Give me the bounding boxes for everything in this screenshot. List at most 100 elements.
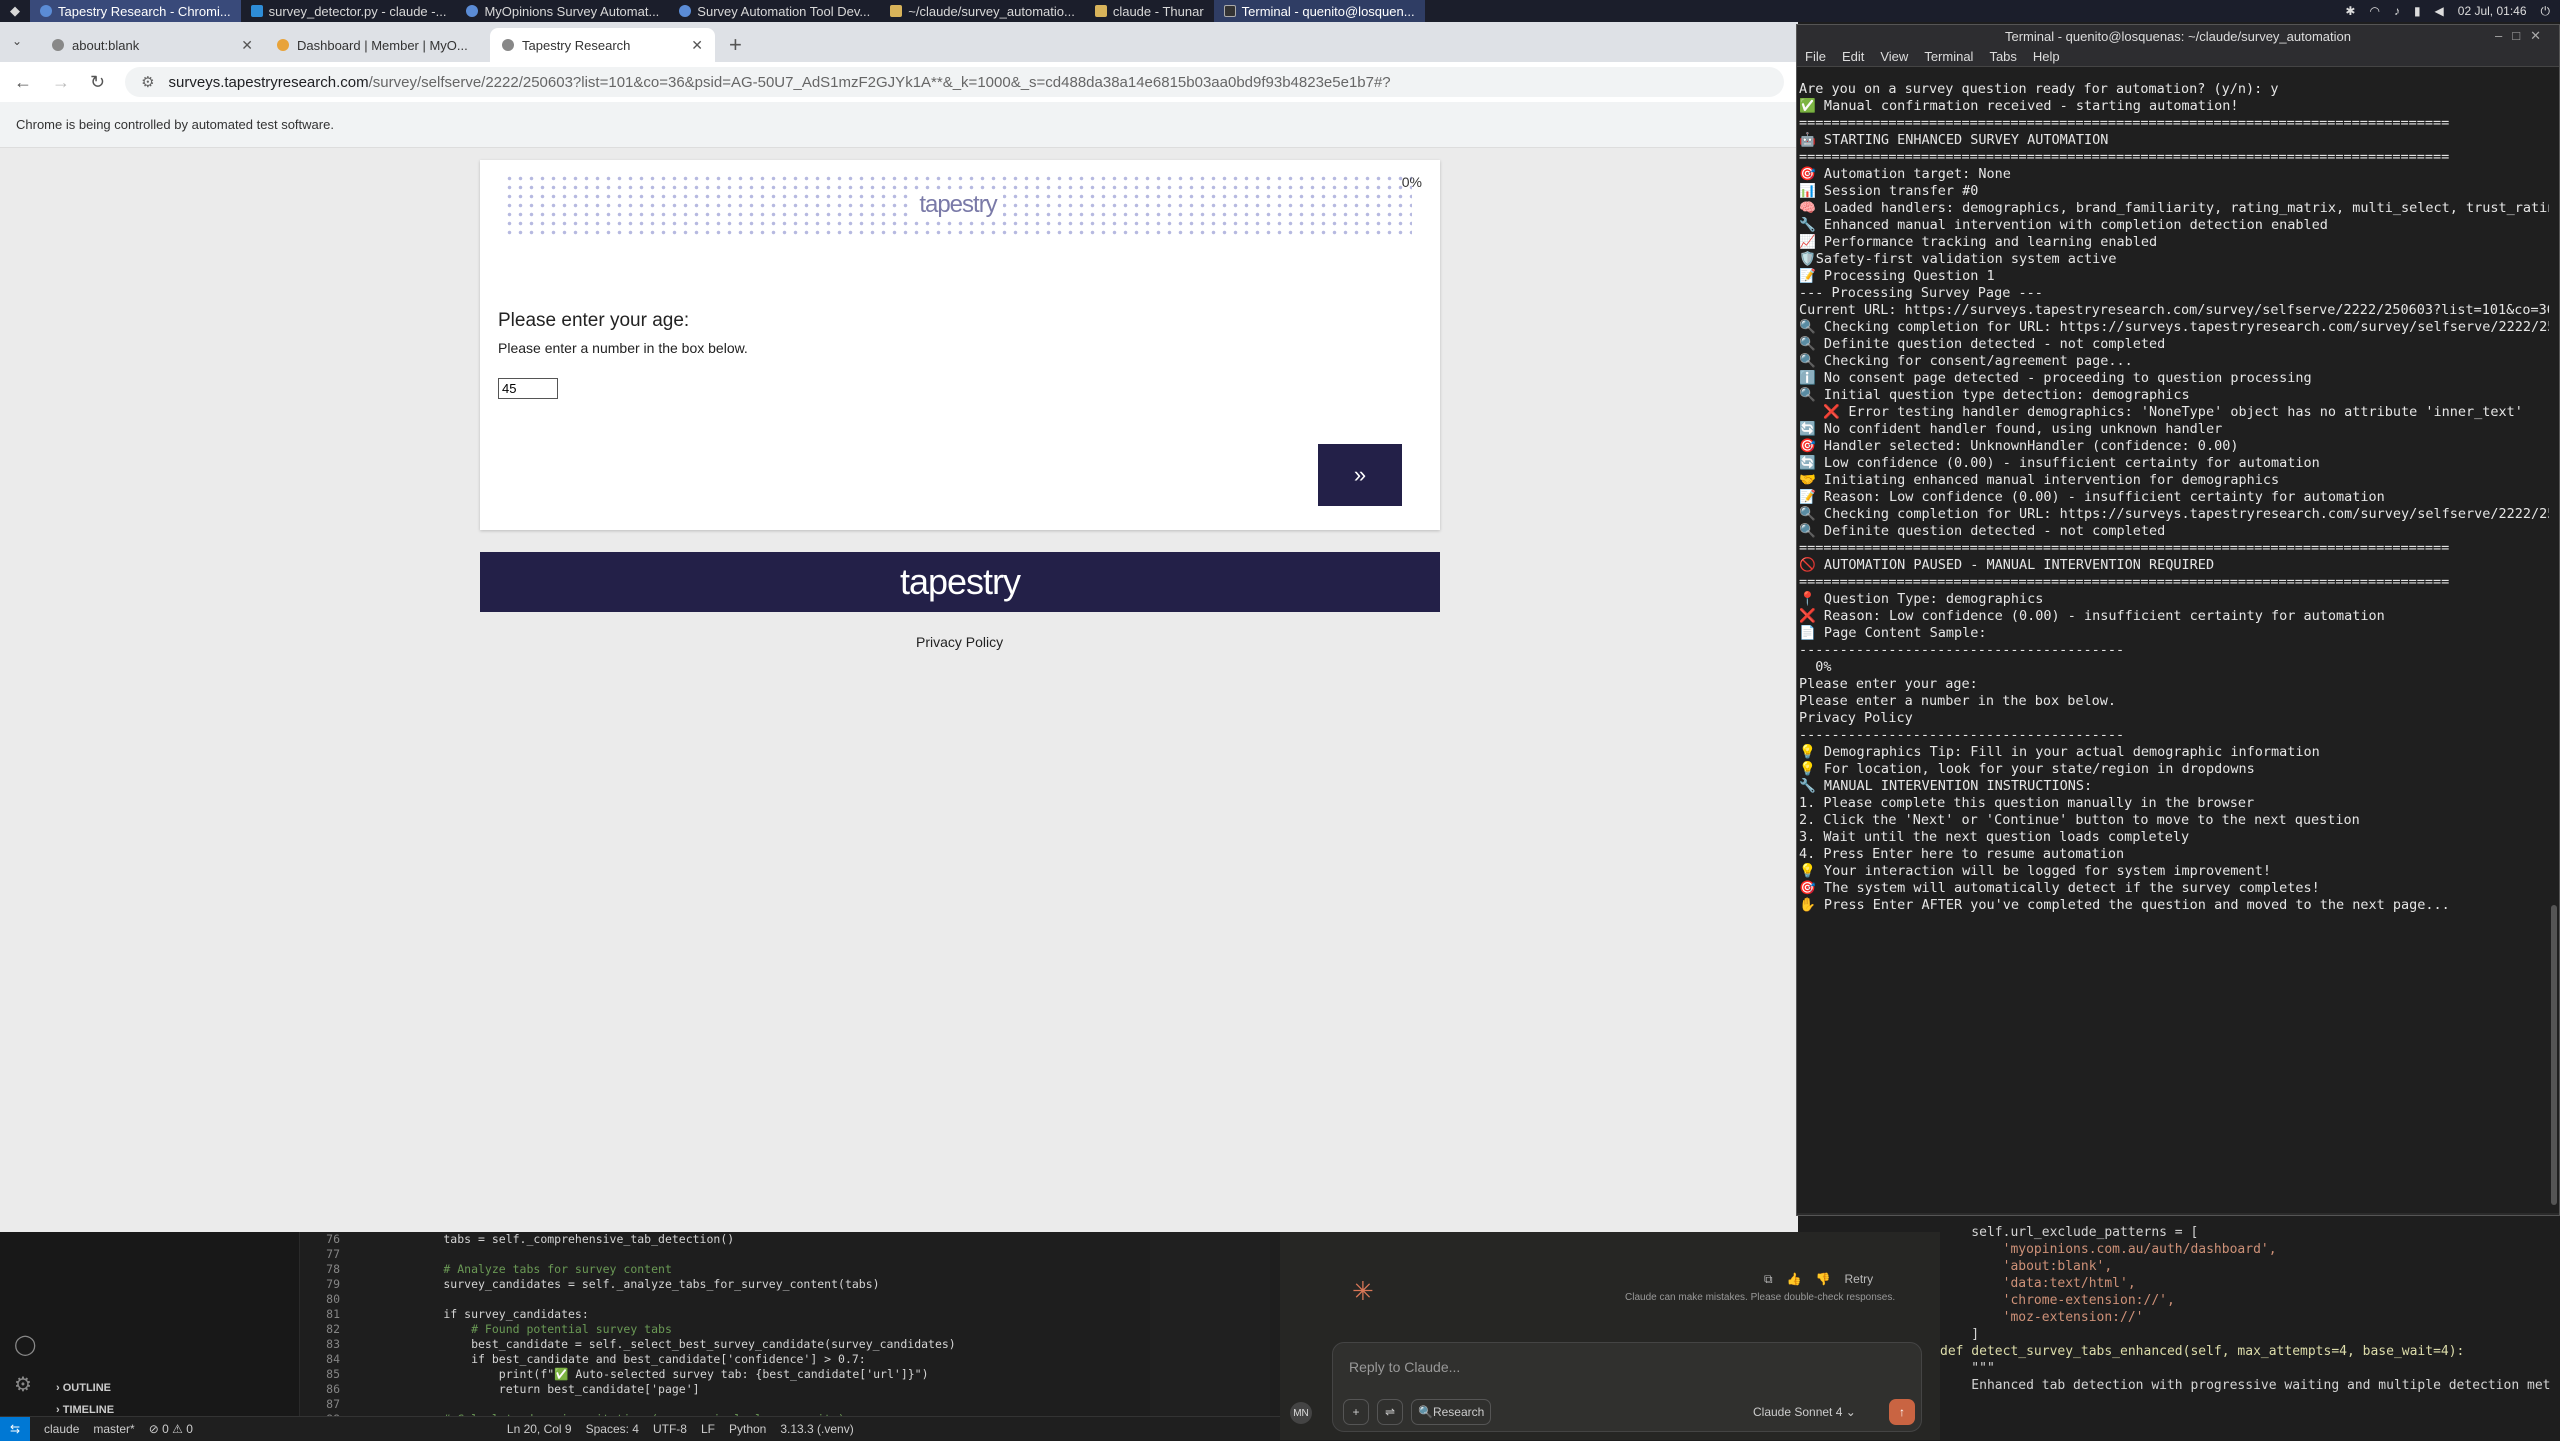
model-selector[interactable]: Claude Sonnet 4 ⌄ [1753, 1405, 1856, 1419]
code-text: # Found potential survey tabs [388, 1322, 672, 1336]
reload-icon[interactable]: ↻ [90, 72, 105, 93]
notification-icon[interactable]: ♪ [2394, 4, 2400, 18]
code-line: ] [1940, 1327, 1980, 1342]
battery-icon[interactable]: ▮ [2414, 4, 2421, 18]
code-text: # Analyze tabs for survey content [388, 1262, 672, 1276]
code-text: return best_candidate['page'] [388, 1382, 700, 1396]
code-line: 81 if survey_candidates: [300, 1307, 1150, 1322]
status-folder[interactable]: claude [44, 1422, 79, 1436]
line-number: 76 [326, 1232, 340, 1246]
code-editor-right[interactable]: self.url_exclude_patterns = [ 'myopinion… [1940, 1216, 2560, 1440]
status-eol[interactable]: LF [701, 1422, 715, 1436]
chrome-icon [679, 5, 692, 17]
folder-icon [1094, 5, 1107, 17]
status-spaces[interactable]: Spaces: 4 [586, 1422, 639, 1436]
taskbar-item-terminal[interactable]: Terminal - quenito@losquen... [1213, 0, 1425, 22]
code-line: 'data:text/html', [1940, 1276, 2136, 1291]
tab-tapestry[interactable]: Tapestry Research ✕ [490, 28, 715, 62]
avatar[interactable]: MN [1290, 1402, 1312, 1424]
system-tray: ✱ ◠ ♪ ▮ ◀ 02 Jul, 01:46 ⏻ [2345, 0, 2550, 22]
terminal-scrollbar[interactable] [2551, 905, 2557, 1205]
terminal-line: 🔧 Enhanced manual intervention with comp… [1799, 217, 2328, 233]
window-controls[interactable]: –□✕ [2495, 28, 2551, 44]
close-icon[interactable]: ✕ [691, 37, 703, 54]
send-button[interactable]: ↑ [1889, 1399, 1915, 1425]
line-number: 79 [326, 1277, 340, 1291]
thumbs-up-icon[interactable]: 👍 [1787, 1272, 1802, 1287]
reply-placeholder: Reply to Claude... [1349, 1359, 1461, 1375]
code-line: 80 [300, 1292, 1150, 1307]
line-number: 82 [326, 1322, 340, 1336]
terminal-line: 🔄 Low confidence (0.00) - insufficient c… [1799, 455, 2320, 471]
terminal-line: --- Processing Survey Page --- [1799, 285, 2043, 301]
status-language[interactable]: Python [729, 1422, 766, 1436]
taskbar-item-folder[interactable]: ~/claude/survey_automatio... [880, 0, 1085, 22]
research-button[interactable]: 🔍 Research [1411, 1399, 1492, 1425]
terminal-line: 🛡️Safety-first validation system active [1799, 251, 2117, 267]
menu-edit[interactable]: Edit [1842, 49, 1864, 64]
code-editor[interactable]: 76 tabs = self._comprehensive_tab_detect… [300, 1232, 1150, 1424]
taskbar-item-survey-tool[interactable]: Survey Automation Tool Dev... [669, 0, 880, 22]
menu-terminal[interactable]: Terminal [1924, 49, 1973, 64]
power-icon[interactable]: ⏻ [2541, 4, 2551, 19]
tab-search-icon[interactable]: ⌄ [12, 34, 22, 48]
status-encoding[interactable]: UTF-8 [653, 1422, 687, 1436]
code-text: print(f"✅ Auto-selected survey tab: {bes… [388, 1367, 929, 1381]
menu-view[interactable]: View [1880, 49, 1908, 64]
retry-button[interactable]: Retry [1844, 1272, 1873, 1287]
app-menu-icon[interactable]: ◆ [0, 0, 30, 22]
terminal-titlebar: Terminal - quenito@losquenas: ~/claude/s… [1797, 25, 2559, 47]
next-button[interactable]: » [1318, 444, 1402, 506]
thumbs-down-icon[interactable]: 👎 [1816, 1272, 1831, 1287]
taskbar-item-tapestry[interactable]: Tapestry Research - Chromi... [30, 0, 241, 22]
account-icon[interactable]: ◯ [14, 1332, 36, 1357]
taskbar-item-thunar[interactable]: claude - Thunar [1085, 0, 1214, 22]
terminal-output[interactable]: Are you on a survey question ready for a… [1797, 67, 2559, 1213]
status-position[interactable]: Ln 20, Col 9 [507, 1422, 572, 1436]
favicon-icon [277, 39, 289, 51]
volume-icon[interactable]: ◀ [2435, 4, 2444, 18]
menu-help[interactable]: Help [2033, 49, 2060, 64]
status-git-branch[interactable]: master* [93, 1422, 134, 1436]
tools-icon[interactable]: ⇌ [1377, 1399, 1403, 1425]
site-info-icon[interactable]: ⚙ [141, 73, 154, 91]
forward-icon[interactable]: → [52, 72, 70, 93]
timeline-section[interactable]: › TIMELINE [56, 1404, 114, 1416]
bluetooth-icon[interactable]: ✱ [2345, 4, 2355, 18]
copy-icon[interactable]: ⧉ [1764, 1272, 1773, 1287]
status-python-version[interactable]: 3.13.3 (.venv) [780, 1422, 853, 1436]
code-line: self.url_exclude_patterns = [ [1940, 1225, 2199, 1240]
add-icon[interactable]: + [1343, 1399, 1369, 1425]
terminal-line: ========================================… [1799, 115, 2450, 131]
reply-input[interactable]: Reply to Claude... + ⇌ 🔍 Research Claude… [1332, 1342, 1922, 1432]
outline-section[interactable]: › OUTLINE [56, 1382, 111, 1394]
clock[interactable]: 02 Jul, 01:46 [2458, 4, 2527, 18]
terminal-line: ✋ Press Enter AFTER you've completed the… [1799, 897, 2450, 913]
age-input[interactable] [498, 378, 558, 399]
tab-dashboard[interactable]: Dashboard | Member | MyO... [265, 28, 490, 62]
taskbar-item-myopinions[interactable]: MyOpinions Survey Automat... [456, 0, 669, 22]
address-bar[interactable]: ⚙ surveys.tapestryresearch.com/survey/se… [125, 67, 1784, 97]
survey-banner: tapestry [504, 174, 1412, 236]
disclaimer: Claude can make mistakes. Please double-… [1625, 1292, 1896, 1303]
terminal-line: 🎯 Handler selected: UnknownHandler (conf… [1799, 438, 2239, 454]
menu-tabs[interactable]: Tabs [1989, 49, 2016, 64]
minimap[interactable] [1150, 1232, 1270, 1424]
terminal-line: Please enter a number in the box below. [1799, 693, 2116, 709]
back-icon[interactable]: ← [14, 72, 32, 93]
remote-icon[interactable]: ⇆ [0, 1416, 30, 1441]
menu-file[interactable]: File [1805, 49, 1826, 64]
taskbar-item-vscode[interactable]: survey_detector.py - claude -... [241, 0, 457, 22]
gear-icon[interactable]: ⚙ [14, 1372, 32, 1397]
chrome-window: ⌄ about:blank ✕ Dashboard | Member | MyO.… [0, 22, 1798, 1232]
globe-icon [52, 39, 64, 51]
tab-about-blank[interactable]: about:blank ✕ [40, 28, 265, 62]
close-icon[interactable]: ✕ [241, 37, 253, 54]
terminal-line: 🎯 Automation target: None [1799, 166, 2011, 182]
new-tab-button[interactable]: + [715, 28, 756, 62]
status-problems[interactable]: ⊘ 0 ⚠ 0 [149, 1422, 193, 1436]
wifi-icon[interactable]: ◠ [2369, 4, 2379, 18]
terminal-line: 🔍 Definite question detected - not compl… [1799, 336, 2166, 352]
terminal-line: 🧠 Loaded handlers: demographics, brand_f… [1799, 200, 2549, 216]
terminal-line: 🤖 STARTING ENHANCED SURVEY AUTOMATION [1799, 132, 2109, 148]
